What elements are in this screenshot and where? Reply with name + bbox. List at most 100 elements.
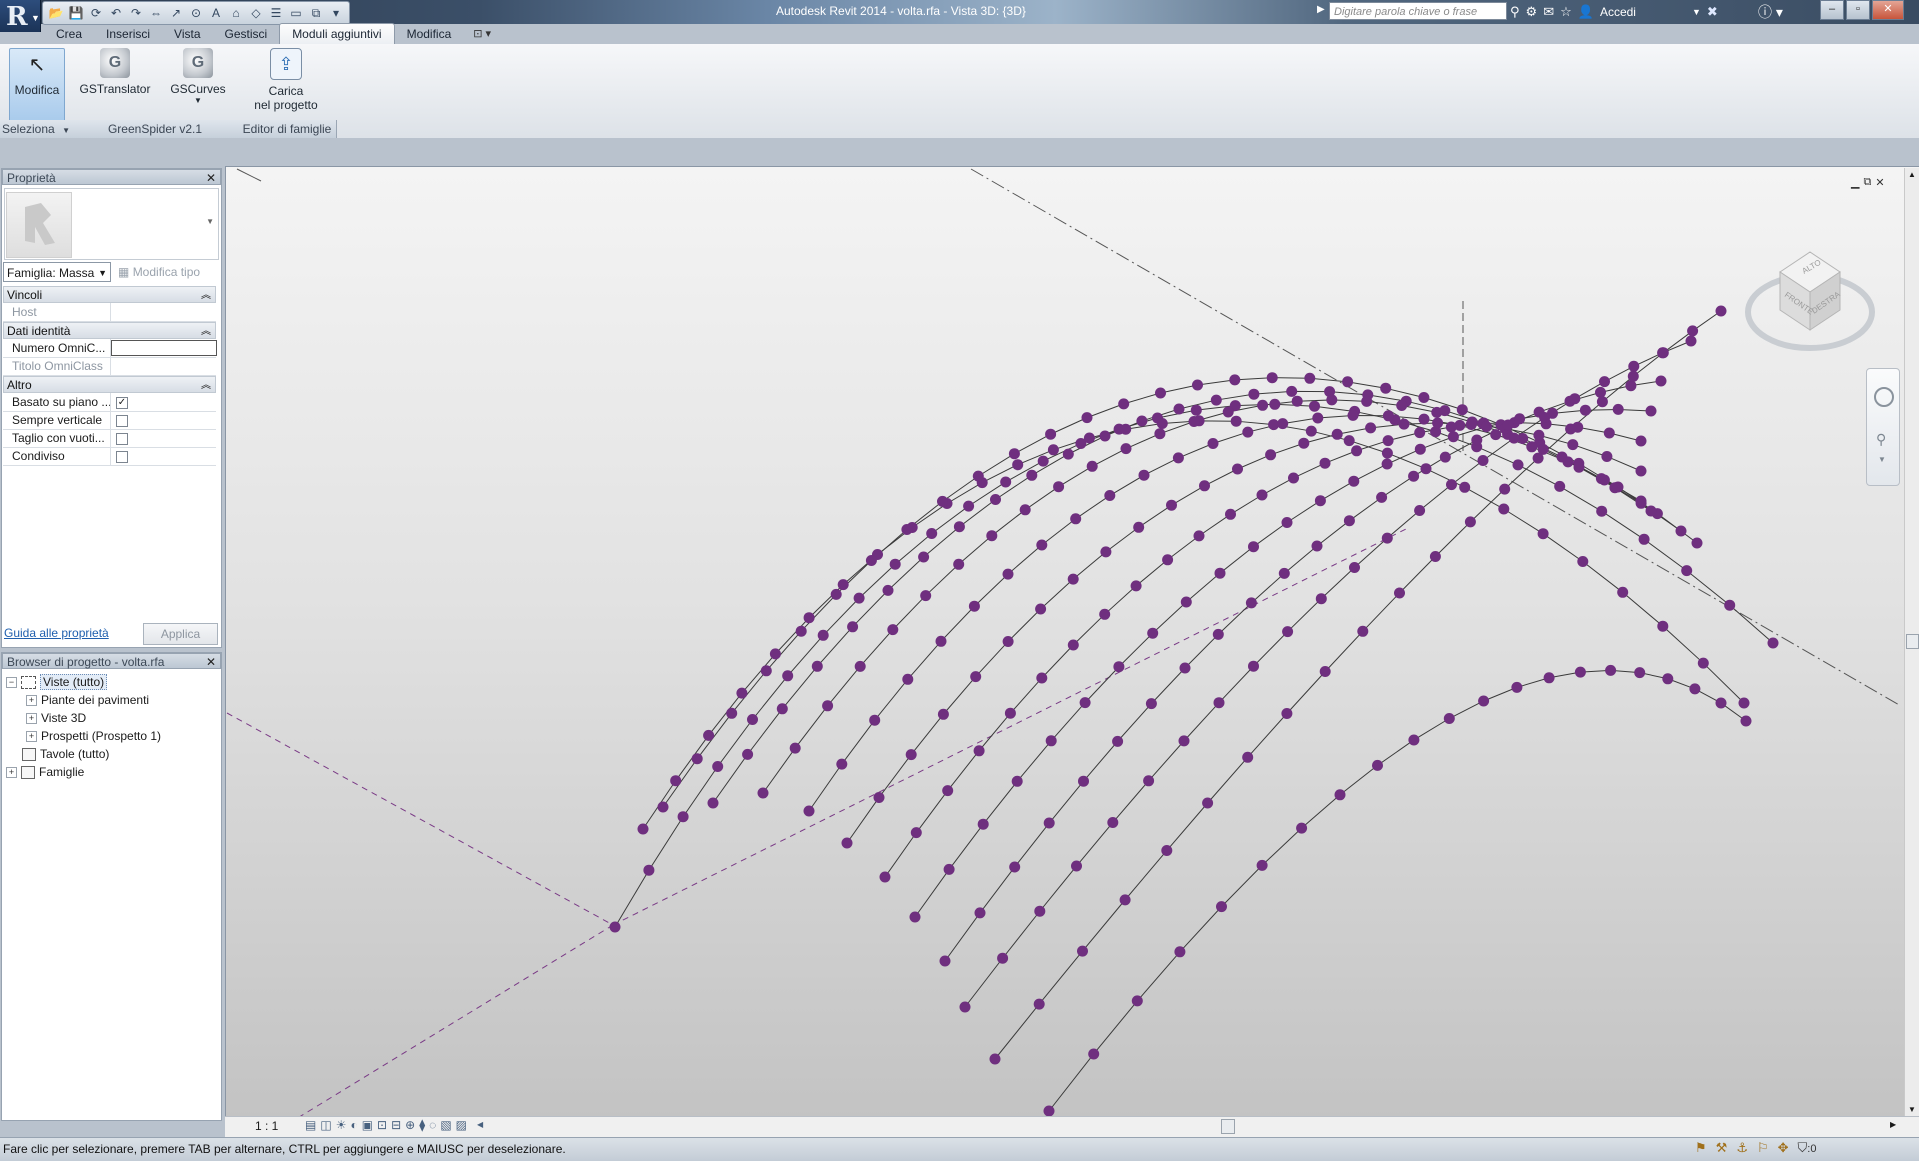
control-point[interactable] bbox=[803, 805, 815, 817]
close-view-icon[interactable]: ✕ bbox=[1875, 176, 1884, 189]
control-point[interactable] bbox=[1408, 734, 1420, 746]
control-point[interactable] bbox=[939, 955, 951, 967]
control-point[interactable] bbox=[1009, 861, 1021, 873]
tab-inserisci[interactable]: Inserisci bbox=[94, 24, 162, 44]
control-point[interactable] bbox=[1242, 426, 1254, 438]
control-point[interactable] bbox=[1414, 443, 1426, 455]
control-point[interactable] bbox=[1045, 735, 1057, 747]
control-point[interactable] bbox=[1067, 573, 1079, 585]
switch-windows-icon[interactable]: ⧉ bbox=[307, 4, 325, 22]
control-point[interactable] bbox=[1574, 666, 1586, 678]
measure-icon[interactable]: ⇔ bbox=[147, 4, 165, 22]
tree-item-viste3d[interactable]: + Viste 3D bbox=[26, 710, 86, 727]
control-point[interactable] bbox=[973, 745, 985, 757]
control-point[interactable] bbox=[1418, 392, 1430, 403]
control-point[interactable] bbox=[918, 551, 930, 563]
application-menu-button[interactable]: R ▼ bbox=[0, 0, 41, 32]
control-point[interactable] bbox=[822, 700, 834, 712]
control-point[interactable] bbox=[1443, 713, 1455, 724]
control-point[interactable] bbox=[1138, 469, 1150, 481]
tab-crea[interactable]: Crea bbox=[44, 24, 94, 44]
control-point[interactable] bbox=[989, 1053, 1001, 1065]
control-point[interactable] bbox=[1288, 472, 1299, 484]
control-point[interactable] bbox=[1526, 441, 1538, 453]
control-point[interactable] bbox=[1554, 480, 1566, 492]
control-point[interactable] bbox=[769, 648, 781, 660]
control-point[interactable] bbox=[1447, 431, 1459, 443]
control-point[interactable] bbox=[1398, 418, 1410, 430]
control-point[interactable] bbox=[1248, 541, 1259, 553]
signin-link[interactable]: Accedi bbox=[1600, 5, 1636, 19]
scroll-left-icon[interactable]: ◀ bbox=[477, 1118, 483, 1132]
select-underlay-icon[interactable]: ⚒ bbox=[1716, 1140, 1728, 1156]
control-point[interactable] bbox=[972, 470, 984, 482]
control-point[interactable] bbox=[1691, 537, 1703, 549]
control-point[interactable] bbox=[1309, 400, 1320, 412]
control-point[interactable] bbox=[1256, 489, 1268, 501]
control-point[interactable] bbox=[1381, 458, 1393, 470]
control-point[interactable] bbox=[1381, 532, 1393, 544]
lock-3d-view-icon[interactable]: ⊕ bbox=[405, 1118, 415, 1132]
vault-rib-curve[interactable] bbox=[1048, 669, 1747, 1112]
vault-rib-curve[interactable] bbox=[846, 422, 1642, 844]
control-point[interactable] bbox=[1230, 415, 1242, 427]
shadows-icon[interactable]: ◐ bbox=[350, 1118, 357, 1132]
control-point[interactable] bbox=[970, 671, 982, 683]
control-point[interactable] bbox=[1242, 751, 1254, 763]
subscription-icon[interactable]: ⚙ bbox=[1526, 4, 1538, 20]
control-point[interactable] bbox=[643, 864, 655, 876]
vault-rib-curve[interactable] bbox=[994, 310, 1722, 1060]
customize-qat-icon[interactable]: ▾ bbox=[327, 4, 345, 22]
edit-type-button[interactable]: ▦ Modifica tipo bbox=[118, 262, 200, 282]
control-point[interactable] bbox=[1687, 325, 1699, 337]
control-point[interactable] bbox=[1512, 459, 1524, 471]
control-point[interactable] bbox=[902, 673, 914, 685]
vault-curves[interactable] bbox=[614, 310, 1774, 1112]
control-point[interactable] bbox=[1617, 586, 1629, 598]
control-point[interactable] bbox=[1599, 376, 1610, 388]
vertical-scrollbar[interactable]: ▲ ▼ bbox=[1904, 168, 1919, 1116]
control-point[interactable] bbox=[1459, 481, 1471, 493]
family-filter-select[interactable]: Famiglia: Massa ▼ bbox=[3, 262, 111, 282]
control-point[interactable] bbox=[887, 624, 899, 636]
control-point[interactable] bbox=[1296, 822, 1308, 834]
control-point[interactable] bbox=[942, 785, 954, 797]
control-point[interactable] bbox=[776, 703, 788, 715]
control-point[interactable] bbox=[1291, 395, 1303, 407]
open-icon[interactable]: 📂 bbox=[47, 4, 65, 22]
control-point[interactable] bbox=[1634, 667, 1646, 679]
control-point[interactable] bbox=[1439, 451, 1451, 463]
control-point[interactable] bbox=[974, 907, 986, 919]
control-point[interactable] bbox=[1147, 627, 1159, 639]
expand-icon[interactable]: + bbox=[26, 713, 37, 725]
control-point[interactable] bbox=[1596, 505, 1608, 517]
control-point[interactable] bbox=[1348, 475, 1360, 487]
control-point[interactable] bbox=[1573, 461, 1585, 473]
control-point[interactable] bbox=[841, 837, 853, 849]
control-point[interactable] bbox=[1130, 580, 1142, 592]
control-point[interactable] bbox=[1569, 393, 1581, 405]
control-point[interactable] bbox=[1166, 499, 1177, 511]
control-point[interactable] bbox=[986, 530, 998, 542]
control-point[interactable] bbox=[1351, 445, 1363, 457]
control-point[interactable] bbox=[1478, 695, 1490, 707]
control-point[interactable] bbox=[1314, 495, 1326, 507]
control-point[interactable] bbox=[1112, 735, 1124, 747]
tab-modifica[interactable]: Modifica bbox=[395, 24, 464, 44]
control-point[interactable] bbox=[1319, 666, 1331, 677]
control-point[interactable] bbox=[1081, 412, 1093, 424]
control-point[interactable] bbox=[1062, 448, 1074, 460]
control-point[interactable] bbox=[1414, 505, 1426, 516]
control-point[interactable] bbox=[1609, 482, 1621, 494]
control-point[interactable] bbox=[1357, 625, 1369, 637]
restore-view-icon[interactable]: ⧉ bbox=[1863, 176, 1871, 189]
tab-vista[interactable]: Vista bbox=[162, 24, 212, 44]
close-icon[interactable]: ✕ bbox=[206, 170, 216, 186]
control-point[interactable] bbox=[1118, 398, 1130, 410]
control-point[interactable] bbox=[837, 579, 849, 591]
control-point[interactable] bbox=[1365, 422, 1377, 434]
control-point[interactable] bbox=[830, 588, 842, 600]
control-point[interactable] bbox=[1655, 375, 1667, 387]
control-point[interactable] bbox=[1043, 1105, 1055, 1117]
control-point[interactable] bbox=[1278, 567, 1290, 579]
